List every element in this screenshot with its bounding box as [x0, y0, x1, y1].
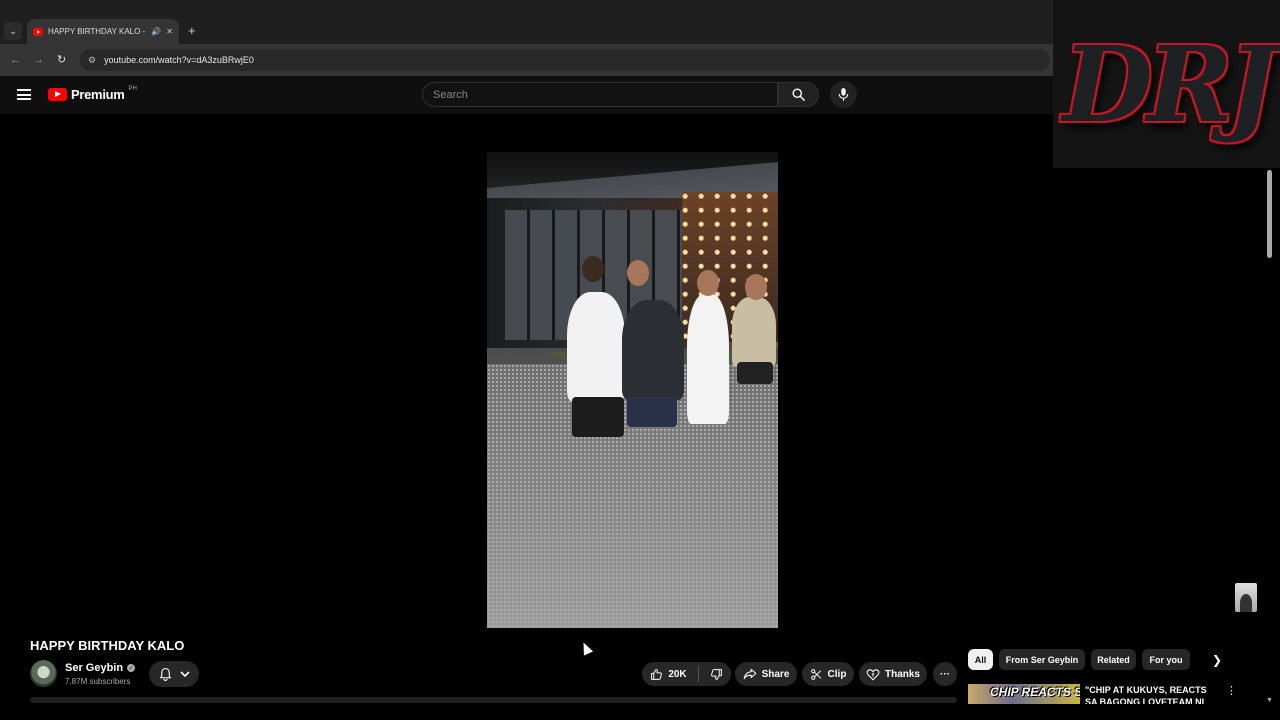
video-person-head [745, 274, 767, 300]
share-label: Share [761, 668, 790, 680]
brand-label: Premium [71, 87, 125, 102]
youtube-favicon-icon [33, 27, 43, 36]
chip-from-channel[interactable]: From Ser Geybin [999, 649, 1085, 670]
video-person [572, 397, 624, 437]
bell-icon [159, 668, 171, 681]
thanks-label: Thanks [884, 668, 920, 680]
mouse-cursor-icon [578, 640, 594, 656]
microphone-icon [838, 88, 849, 101]
voice-search-button[interactable] [830, 81, 857, 108]
vertical-more-icon[interactable]: ⋮ [1226, 684, 1237, 697]
site-info-icon[interactable]: ⚙ [88, 55, 96, 66]
channel-name: Ser Geybin [65, 662, 124, 674]
video-person-head [697, 270, 719, 296]
chip-related[interactable]: Related [1091, 649, 1136, 670]
search-button[interactable] [778, 82, 819, 107]
tab-search-chevron-icon[interactable]: ⌄ [4, 22, 22, 40]
browser-tab-bar: ⌄ HAPPY BIRTHDAY KALO - YouTube 🔊 ✕ + [0, 0, 1053, 44]
thumbs-down-icon [710, 668, 722, 680]
subscriber-count: 7.87M subscribers [65, 677, 131, 686]
share-button[interactable]: Share [735, 662, 797, 686]
video-person [627, 397, 677, 427]
youtube-premium-logo[interactable]: Premium PH [48, 85, 137, 102]
search-icon [792, 88, 805, 101]
video-person-head [627, 260, 649, 286]
video-player[interactable] [487, 152, 778, 628]
speaker-icon[interactable]: 🔊 [151, 27, 161, 36]
recommendation-thumbnail-text: CHIP REACTS SA [990, 685, 1080, 699]
channel-avatar[interactable] [30, 660, 57, 687]
chip-for-you[interactable]: For you [1142, 649, 1190, 670]
new-tab-button[interactable]: + [188, 24, 196, 38]
more-horizontal-icon: ··· [940, 668, 950, 680]
scrollbar-thumb[interactable] [1267, 170, 1272, 258]
drj-logo: DRJ [1062, 22, 1277, 146]
channel-name-link[interactable]: Ser Geybin ✓ [65, 662, 136, 674]
clip-label: Clip [827, 668, 847, 680]
thumbs-up-icon [651, 668, 663, 680]
like-dislike-group: 20K [642, 662, 731, 686]
mini-avatar-thumbnail[interactable] [1235, 583, 1257, 612]
scroll-down-arrow-icon[interactable]: ▼ [1265, 697, 1274, 704]
thanks-button[interactable]: Thanks [859, 662, 927, 686]
close-tab-icon[interactable]: ✕ [166, 27, 173, 36]
chip-all[interactable]: All [968, 649, 993, 670]
hamburger-menu-icon[interactable] [17, 89, 31, 100]
search-box [422, 82, 778, 107]
thanks-heart-icon [866, 668, 880, 680]
omnibox[interactable]: ⚙ youtube.com/watch?v=dA3zuBRwjE0 [80, 49, 1050, 71]
tab-title: HAPPY BIRTHDAY KALO - YouTube [48, 27, 146, 36]
clip-button[interactable]: Clip [802, 662, 854, 686]
recommendation-title[interactable]: "CHIP AT KUKUYS, REACTS SA BAGONG LOVETE… [1085, 684, 1220, 704]
url-text: youtube.com/watch?v=dA3zuBRwjE0 [104, 55, 254, 65]
back-arrow-icon[interactable]: ← [10, 53, 21, 67]
video-person [622, 300, 684, 400]
youtube-play-icon [48, 88, 67, 101]
video-person [732, 297, 776, 367]
reload-icon[interactable]: ↻ [57, 53, 66, 67]
video-person-head [582, 256, 604, 282]
page-scrollbar[interactable]: ▼ [1265, 168, 1274, 704]
like-divider [697, 666, 699, 682]
scissors-icon [810, 668, 821, 680]
chevron-down-icon [179, 671, 190, 678]
more-actions-button[interactable]: ··· [933, 662, 957, 686]
recommendation-thumbnail[interactable]: CHIP REACTS SA [968, 684, 1080, 704]
browser-tab[interactable]: HAPPY BIRTHDAY KALO - YouTube 🔊 ✕ [27, 19, 179, 44]
search-input[interactable] [433, 88, 777, 101]
video-person [687, 294, 729, 424]
chevron-right-icon[interactable]: ❯ [1212, 653, 1222, 667]
drj-watermark-overlay: DRJ [1053, 0, 1280, 168]
video-person [737, 362, 773, 384]
video-person [567, 292, 625, 402]
forward-arrow-icon[interactable]: → [33, 53, 44, 67]
like-button[interactable]: 20K [650, 668, 687, 681]
region-code: PH [128, 85, 137, 92]
verified-check-icon: ✓ [127, 664, 136, 672]
video-title: HAPPY BIRTHDAY KALO [30, 638, 185, 653]
description-box-edge[interactable] [30, 697, 957, 703]
like-count: 20K [668, 668, 687, 680]
dislike-button[interactable] [710, 668, 723, 681]
share-arrow-icon [743, 668, 756, 680]
subscription-bell-button[interactable] [149, 661, 199, 687]
